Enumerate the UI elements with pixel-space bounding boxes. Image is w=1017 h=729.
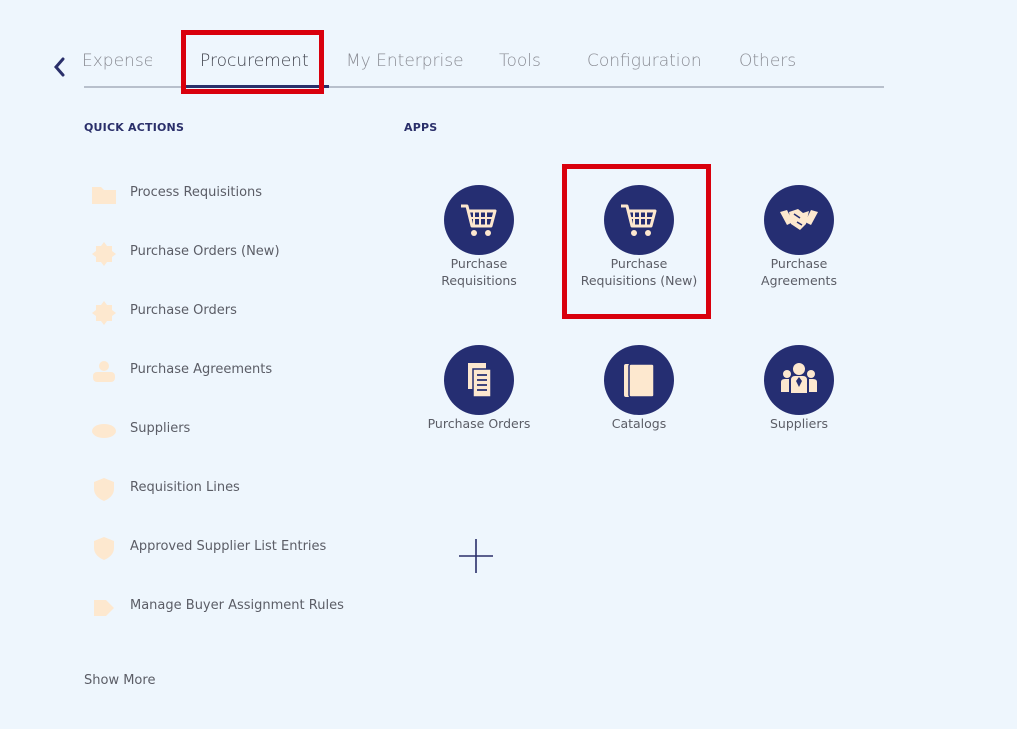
app-label: Purchase Requisitions xyxy=(441,256,517,288)
handshake-icon xyxy=(764,185,834,255)
catalog-icon xyxy=(604,345,674,415)
quick-action-purchase-agreements[interactable]: Purchase Agreements xyxy=(90,356,350,386)
cart-icon xyxy=(444,185,514,255)
quick-action-label: Purchase Orders (New) xyxy=(130,244,280,259)
back-chevron-icon[interactable] xyxy=(50,54,70,80)
badge-icon xyxy=(90,299,118,325)
quick-action-process-requisitions[interactable]: Process Requisitions xyxy=(90,179,350,209)
quick-action-purchase-orders[interactable]: Purchase Orders xyxy=(90,297,350,327)
quick-action-label: Requisition Lines xyxy=(130,480,240,495)
folder-icon xyxy=(90,181,118,207)
highlight-box-purchase-requisitions-new xyxy=(562,164,711,319)
tab-configuration[interactable]: Configuration xyxy=(587,40,702,84)
tab-my-enterprise[interactable]: My Enterprise xyxy=(346,40,464,84)
people-icon xyxy=(90,358,118,384)
app-catalogs[interactable]: Catalogs xyxy=(569,345,709,475)
quick-actions-heading: QUICK ACTIONS xyxy=(84,121,185,134)
tab-others[interactable]: Others xyxy=(739,40,796,84)
tab-expenses[interactable]: Expenses xyxy=(82,40,152,84)
shield-icon xyxy=(90,535,118,561)
app-purchase-agreements[interactable]: Purchase Agreements xyxy=(729,185,869,315)
app-label: Purchase Orders xyxy=(427,416,531,431)
shield-icon xyxy=(90,476,118,502)
tag-icon xyxy=(90,594,118,620)
team-icon xyxy=(764,345,834,415)
highlight-box-procurement-tab xyxy=(181,30,324,94)
quick-action-requisition-lines[interactable]: Requisition Lines xyxy=(90,474,350,504)
app-label: Suppliers xyxy=(769,416,828,431)
quick-action-manage-buyer-assignment-rules[interactable]: Manage Buyer Assignment Rules xyxy=(90,592,350,622)
quick-action-purchase-orders-new[interactable]: Purchase Orders (New) xyxy=(90,238,350,268)
document-icon xyxy=(444,345,514,415)
quick-action-label: Approved Supplier List Entries xyxy=(130,539,327,554)
quick-action-label: Purchase Agreements xyxy=(130,362,273,377)
app-suppliers[interactable]: Suppliers xyxy=(729,345,869,475)
badge-icon xyxy=(90,240,118,266)
tab-tools[interactable]: Tools xyxy=(499,40,541,84)
add-app-plus-icon[interactable] xyxy=(456,536,496,576)
app-label: Purchase Agreements xyxy=(761,256,837,288)
people-icon xyxy=(90,417,118,443)
quick-action-label: Suppliers xyxy=(130,421,191,436)
quick-action-approved-supplier-list-entries[interactable]: Approved Supplier List Entries xyxy=(90,533,350,563)
app-label: Catalogs xyxy=(611,416,667,431)
app-purchase-requisitions[interactable]: Purchase Requisitions xyxy=(409,185,549,315)
quick-action-label: Manage Buyer Assignment Rules xyxy=(130,598,344,613)
quick-action-label: Process Requisitions xyxy=(130,185,263,200)
app-purchase-orders[interactable]: Purchase Orders xyxy=(409,345,549,475)
quick-action-suppliers[interactable]: Suppliers xyxy=(90,415,350,445)
quick-action-label: Purchase Orders xyxy=(130,303,237,318)
show-more-link[interactable]: Show More xyxy=(84,673,155,688)
apps-heading: APPS xyxy=(404,121,438,134)
